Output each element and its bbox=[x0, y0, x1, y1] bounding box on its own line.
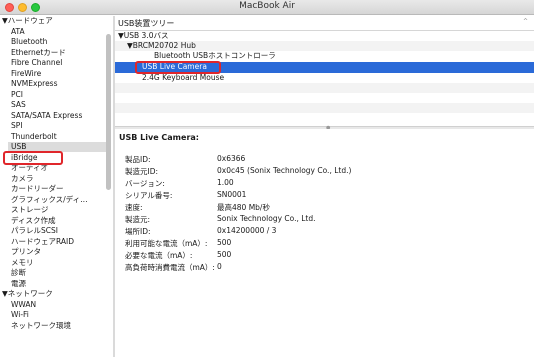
sidebar-item-wwan[interactable]: WWAN bbox=[11, 300, 36, 310]
tree-row-label: ▼USB 3.0バス bbox=[118, 31, 169, 40]
sidebar-item-disc-burning[interactable]: ディスク作成 bbox=[11, 216, 55, 226]
prop-value-product-id: 0x6366 bbox=[217, 154, 246, 163]
tree-header-label: USB装置ツリー bbox=[118, 19, 175, 28]
prop-label-product-id: 製品ID: bbox=[125, 155, 151, 164]
sidebar-item-card-reader[interactable]: カードリーダー bbox=[11, 184, 64, 194]
usb-highlight-box bbox=[3, 151, 63, 165]
sidebar-item-storage[interactable]: ストレージ bbox=[11, 205, 48, 215]
sidebar-group-network[interactable]: ▼ネットワーク bbox=[2, 289, 53, 299]
tree-row-empty bbox=[115, 103, 534, 113]
tree-row-hub[interactable]: ▼BRCM20702 Hub bbox=[115, 41, 534, 51]
prop-label-speed: 速度: bbox=[125, 203, 143, 212]
sidebar-item-camera[interactable]: カメラ bbox=[11, 174, 34, 184]
sidebar-item-firewire[interactable]: FireWire bbox=[11, 69, 41, 79]
tree-row-label: Bluetooth USBホストコントローラ bbox=[154, 51, 276, 60]
prop-label-current-required: 必要な電流（mA）: bbox=[125, 251, 193, 260]
sidebar-item-printers[interactable]: プリンタ bbox=[11, 247, 41, 257]
sidebar-item-graphics-display[interactable]: グラフィックス/ディ… bbox=[11, 195, 88, 205]
sidebar-item-locations[interactable]: ネットワーク環境 bbox=[11, 321, 71, 331]
sidebar-scrollbar[interactable] bbox=[106, 34, 111, 190]
sort-caret-icon: ^ bbox=[522, 18, 528, 25]
sidebar-item-power[interactable]: 電源 bbox=[11, 279, 26, 289]
sidebar-item-diagnostics[interactable]: 診断 bbox=[11, 268, 26, 278]
prop-label-current-available: 利用可能な電流（mA）: bbox=[125, 239, 208, 248]
title-bar: MacBook Air bbox=[0, 0, 534, 15]
sidebar-item-spi[interactable]: SPI bbox=[11, 121, 23, 131]
prop-label-manufacturer: 製造元: bbox=[125, 215, 151, 224]
prop-value-current-available: 500 bbox=[217, 238, 232, 247]
prop-value-manufacturer: Sonix Technology Co., Ltd. bbox=[217, 214, 316, 223]
sidebar-item-memory[interactable]: メモリ bbox=[11, 258, 34, 268]
tree-row-label: ▼BRCM20702 Hub bbox=[127, 41, 196, 50]
sidebar-item-parallel-scsi[interactable]: パラレルSCSI bbox=[11, 226, 58, 236]
tree-row-empty bbox=[115, 113, 534, 123]
prop-value-version: 1.00 bbox=[217, 178, 234, 187]
prop-label-serial: シリアル番号: bbox=[125, 191, 173, 200]
prop-label-location-id: 場所ID: bbox=[125, 227, 151, 236]
prop-label-extra-operating-current: 高負荷時消費電流（mA）: bbox=[125, 263, 215, 272]
sidebar-item-ata[interactable]: ATA bbox=[11, 27, 25, 37]
device-detail-pane: USB Live Camera: 製品ID: 0x6366 製造元ID: 0x0… bbox=[115, 129, 534, 357]
tree-row-empty bbox=[115, 83, 534, 93]
tree-row-usb-bus[interactable]: ▼USB 3.0バス bbox=[115, 31, 534, 41]
usb-device-tree: USB装置ツリー ^ ▼USB 3.0バス ▼BRCM20702 Hub Blu… bbox=[115, 16, 534, 128]
sidebar-item-sas[interactable]: SAS bbox=[11, 100, 26, 110]
prop-label-vendor-id: 製造元ID: bbox=[125, 167, 159, 176]
sidebar-item-bluetooth[interactable]: Bluetooth bbox=[11, 37, 47, 47]
tree-row-bluetooth-host[interactable]: Bluetooth USBホストコントローラ bbox=[115, 51, 534, 61]
sidebar-item-wifi[interactable]: Wi-Fi bbox=[11, 310, 29, 320]
sidebar-item-sata[interactable]: SATA/SATA Express bbox=[11, 111, 82, 121]
window-title: MacBook Air bbox=[239, 1, 295, 11]
prop-value-extra-operating-current: 0 bbox=[217, 262, 222, 271]
sidebar: ▼ハードウェア ATA Bluetooth Ethernetカード Fibre … bbox=[0, 16, 113, 357]
sidebar-group-hardware[interactable]: ▼ハードウェア bbox=[2, 16, 53, 26]
camera-highlight-box bbox=[135, 61, 221, 74]
device-title: USB Live Camera: bbox=[119, 133, 199, 142]
prop-value-current-required: 500 bbox=[217, 250, 232, 259]
sidebar-item-nvmexpress[interactable]: NVMExpress bbox=[11, 79, 58, 89]
prop-value-location-id: 0x14200000 / 3 bbox=[217, 226, 277, 235]
prop-value-speed: 最高480 Mb/秒 bbox=[217, 203, 270, 212]
sidebar-item-thunderbolt[interactable]: Thunderbolt bbox=[11, 132, 57, 142]
prop-value-serial: SN0001 bbox=[217, 190, 247, 199]
prop-value-vendor-id: 0x0c45 (Sonix Technology Co., Ltd.) bbox=[217, 166, 352, 175]
tree-row-label: 2.4G Keyboard Mouse bbox=[142, 73, 225, 82]
sidebar-item-ethernet[interactable]: Ethernetカード bbox=[11, 48, 66, 58]
sidebar-item-fibre-channel[interactable]: Fibre Channel bbox=[11, 58, 62, 68]
tree-row-keyboard-mouse[interactable]: 2.4G Keyboard Mouse bbox=[115, 73, 534, 83]
tree-header[interactable]: USB装置ツリー ^ bbox=[115, 16, 534, 31]
sidebar-item-pci[interactable]: PCI bbox=[11, 90, 23, 100]
tree-row-empty bbox=[115, 93, 534, 103]
prop-label-version: バージョン: bbox=[125, 179, 165, 188]
sidebar-item-hardware-raid[interactable]: ハードウェアRAID bbox=[11, 237, 74, 247]
